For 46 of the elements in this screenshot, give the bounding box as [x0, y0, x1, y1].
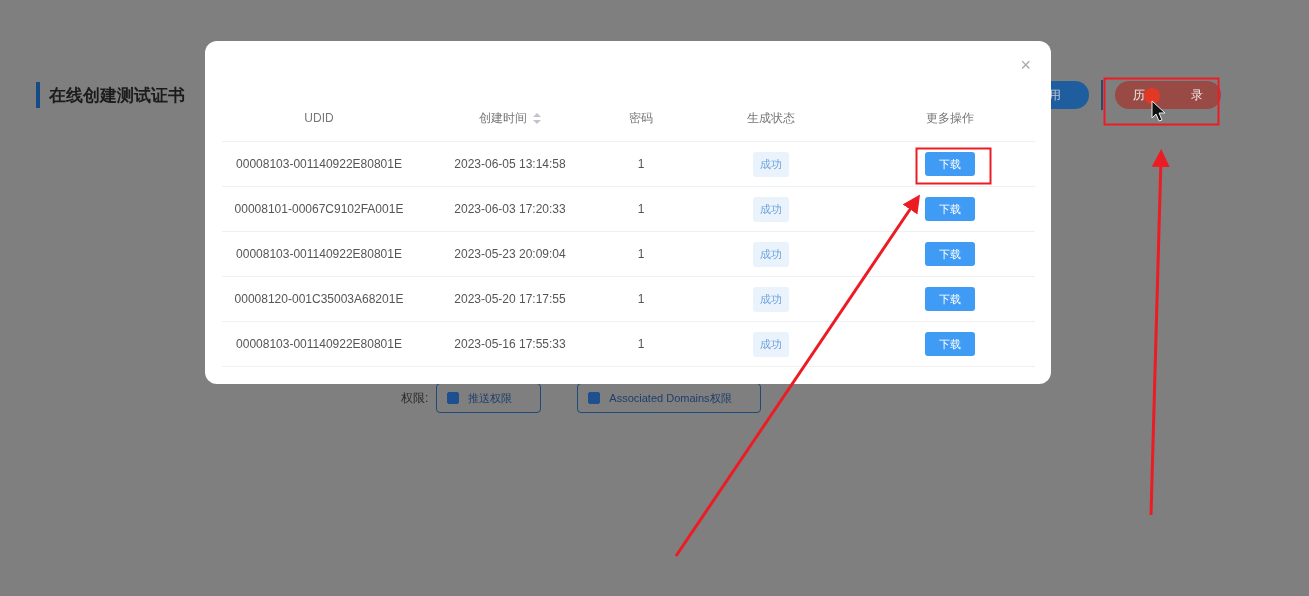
cursor-icon — [1151, 100, 1166, 122]
column-header[interactable]: 更多操作 — [925, 109, 974, 127]
button-label: 历 — [1133, 86, 1145, 104]
checkbox-label: Associated Domains权限 — [609, 390, 732, 406]
download-button[interactable]: 下载 — [924, 242, 975, 266]
checkbox-icon[interactable] — [447, 392, 460, 404]
permission-checkbox[interactable]: Associated Domains权限 — [577, 383, 761, 413]
table-cell: 1 — [637, 202, 645, 216]
download-button[interactable]: 下载 — [924, 197, 975, 221]
table-cell: 1 — [637, 337, 645, 351]
table-cell: 00008101-00067C9102FA001E — [234, 202, 404, 216]
table-cell: 00008103-001140922E80801E — [236, 247, 402, 261]
column-header[interactable]: 生成状态 — [747, 109, 795, 127]
permission-checkbox[interactable]: 推送权限 — [436, 383, 542, 413]
click-marker — [1144, 88, 1160, 104]
table-cell: 1 — [637, 157, 645, 171]
status-tag: 成功 — [753, 286, 789, 312]
status-tag: 成功 — [753, 151, 789, 177]
table-cell: 2023-05-23 20:09:04 — [454, 247, 566, 261]
sort-icon[interactable] — [533, 112, 541, 124]
table-cell: 2023-06-05 13:14:58 — [454, 157, 566, 171]
button-label: 录 — [1191, 86, 1203, 104]
status-tag: 成功 — [753, 196, 789, 222]
close-button[interactable]: × — [1016, 55, 1035, 75]
download-button[interactable]: 下载 — [924, 287, 975, 311]
checkbox-icon[interactable] — [588, 392, 601, 404]
column-header[interactable]: UDID — [304, 111, 334, 125]
table-cell: 2023-05-16 17:55:33 — [454, 337, 566, 351]
checkbox-label: 推送权限 — [468, 390, 513, 406]
status-tag: 成功 — [753, 241, 789, 267]
table-cell: 00008120-001C35003A68201E — [234, 292, 404, 306]
table-cell: 1 — [637, 247, 645, 261]
column-header[interactable]: 创建时间 — [479, 109, 527, 127]
table-cell: 2023-06-03 17:20:33 — [454, 202, 566, 216]
title-accent-bar — [36, 82, 40, 108]
download-button[interactable]: 下载 — [924, 332, 975, 356]
status-tag: 成功 — [753, 331, 789, 357]
history-button[interactable]: 历 录 — [1115, 81, 1221, 109]
table-cell: 2023-05-20 17:17:55 — [454, 292, 566, 306]
table-cell: 00008103-001140922E80801E — [236, 157, 402, 171]
page-title: 在线创建测试证书 — [49, 84, 185, 107]
permissions-label: 权限: — [401, 389, 429, 407]
column-header[interactable]: 密码 — [629, 109, 653, 127]
table-cell: 1 — [637, 292, 645, 306]
download-button[interactable]: 下载 — [924, 152, 975, 176]
table-cell: 00008103-001140922E80801E — [236, 337, 402, 351]
